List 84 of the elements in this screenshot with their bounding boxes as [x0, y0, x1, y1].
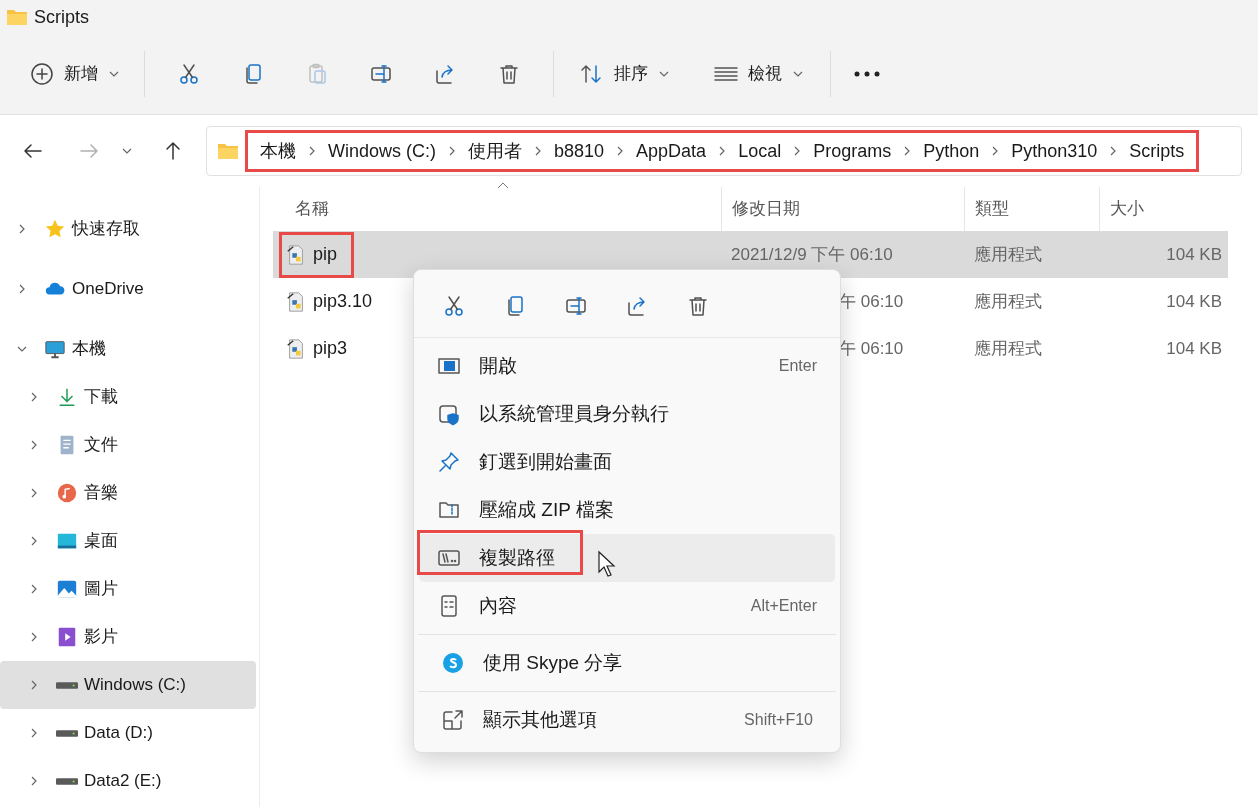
cut-icon [442, 293, 466, 318]
sidebar-label: Windows (C:) [84, 674, 186, 697]
date-cell: 2021/12/9 下午 06:10 [731, 244, 893, 264]
size-cell: 104 KB [1166, 291, 1222, 311]
drive-icon [56, 681, 78, 689]
size-cell: 104 KB [1166, 338, 1222, 358]
sidebar-label: 影片 [84, 626, 118, 649]
address-bar[interactable]: 本機 Windows (C:) 使用者 b8810 AppData Local Programs Python Python310 Scripts [206, 126, 1242, 176]
breadcrumb-item[interactable]: 使用者 [468, 137, 522, 165]
skype-icon [441, 651, 465, 675]
window-title: Scripts [34, 5, 89, 29]
sidebar-label: 圖片 [84, 578, 118, 601]
sidebar-item[interactable]: 影片 [0, 613, 256, 661]
menu-item[interactable]: 內容 Alt+Enter [419, 582, 835, 630]
sidebar-label: 本機 [72, 338, 106, 361]
pin-icon [437, 450, 461, 474]
breadcrumb-item[interactable]: Python [923, 137, 980, 165]
menu-item[interactable]: 以系統管理員身分執行 [419, 390, 835, 438]
sidebar-item[interactable]: Data2 (E:) [0, 757, 256, 805]
file-name[interactable]: pip [313, 241, 338, 268]
menu-item[interactable]: 開啟 Enter [419, 342, 835, 390]
sort-button[interactable]: 排序 [566, 52, 682, 96]
selected-file-row[interactable]: pip 2021/12/9 下午 06:10 應用程式 104 KB [273, 231, 1228, 278]
sidebar-label: 文件 [84, 434, 118, 457]
monitor-icon [44, 338, 66, 360]
column-header[interactable]: 名稱 [273, 187, 721, 231]
sidebar-label: Data2 (E:) [84, 770, 162, 793]
size-cell: 104 KB [1166, 244, 1222, 264]
sort-caret-icon [497, 181, 509, 189]
delete-icon [497, 62, 521, 86]
sidebar-item[interactable]: 快速存取 [0, 205, 256, 253]
drive-icon [56, 777, 78, 785]
file-name[interactable]: pip3.10 [313, 288, 373, 315]
sidebar-item[interactable]: 文件 [0, 421, 256, 469]
sidebar-item[interactable]: OneDrive [0, 265, 256, 313]
menu-item[interactable]: 使用 Skype 分享 [423, 639, 831, 687]
sidebar-label: OneDrive [72, 278, 144, 301]
sidebar-item[interactable]: 下載 [0, 373, 256, 421]
sidebar-label: Data (D:) [84, 722, 153, 745]
star-icon [44, 218, 66, 240]
breadcrumb-item[interactable]: Windows (C:) [328, 137, 436, 165]
view-button[interactable]: 檢視 [700, 52, 816, 96]
pictures-icon [56, 578, 78, 600]
external-icon [441, 708, 465, 732]
sidebar-item[interactable]: 本機 [0, 325, 256, 373]
type-cell: 應用程式 [974, 291, 1042, 311]
breadcrumb-item[interactable]: Python310 [1011, 137, 1098, 165]
menu-item[interactable]: 釘選到開始畫面 [419, 438, 835, 486]
breadcrumb-item[interactable]: Local [738, 137, 782, 165]
new-button[interactable]: 新增 [18, 52, 132, 96]
shortcut-text: Enter [778, 356, 817, 376]
type-cell: 應用程式 [974, 244, 1042, 264]
sidebar-item[interactable]: Data (D:) [0, 709, 256, 757]
breadcrumb-item[interactable]: Programs [813, 137, 892, 165]
shield-icon [437, 402, 461, 426]
sort-icon [578, 62, 604, 86]
cut-icon [177, 62, 201, 86]
sidebar-label: 音樂 [84, 482, 118, 505]
drive-icon [56, 729, 78, 737]
sidebar-label: 快速存取 [72, 218, 140, 241]
breadcrumb-item[interactable]: Scripts [1129, 137, 1185, 165]
menu-item[interactable]: 壓縮成 ZIP 檔案 [419, 486, 835, 534]
breadcrumb-item[interactable]: 本機 [260, 137, 296, 165]
rename-icon [369, 62, 393, 86]
sidebar-item[interactable]: Windows (C:) [0, 661, 256, 709]
shortcut-text: Shift+F10 [744, 710, 813, 730]
sidebar-item[interactable]: 音樂 [0, 469, 256, 517]
menu-item[interactable]: 顯示其他選項 Shift+F10 [423, 696, 831, 744]
film-icon [56, 626, 78, 648]
file-name[interactable]: pip3 [313, 335, 348, 362]
sidebar-item[interactable]: 桌面 [0, 517, 256, 565]
sidebar-label: 桌面 [84, 530, 118, 553]
plus-circle-icon [30, 62, 54, 86]
breadcrumb-item[interactable]: AppData [636, 137, 707, 165]
more-icon [854, 71, 880, 77]
folder-icon [217, 142, 239, 160]
breadcrumb-item[interactable]: b8810 [554, 137, 605, 165]
music-icon [56, 482, 78, 504]
type-cell: 應用程式 [974, 338, 1042, 358]
shortcut-text: Alt+Enter [750, 596, 817, 616]
folder-icon [6, 8, 28, 26]
sidebar-item[interactable]: 圖片 [0, 565, 256, 613]
sidebar-label: 下載 [84, 386, 118, 409]
mouse-cursor-icon [597, 550, 617, 578]
